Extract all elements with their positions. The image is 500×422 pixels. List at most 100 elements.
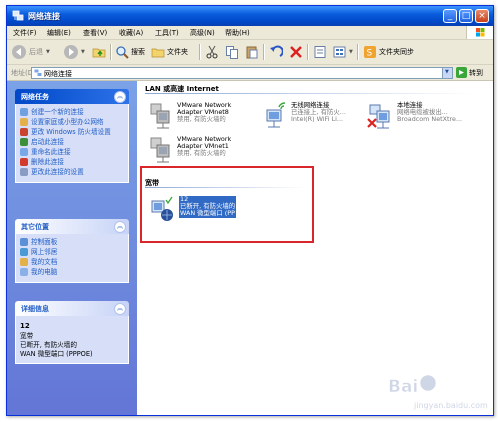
- maximize-button[interactable]: □: [459, 9, 473, 23]
- close-button[interactable]: ×: [475, 9, 489, 23]
- network-places-icon: [20, 248, 28, 256]
- collapse-icon[interactable]: ︽: [114, 303, 126, 315]
- folder-icon: [151, 48, 165, 58]
- delete-icon: [20, 158, 28, 166]
- details-header[interactable]: 详细信息 ︽: [15, 301, 129, 316]
- views-button[interactable]: ▼: [333, 43, 353, 61]
- wireless-network-icon: [266, 102, 286, 128]
- up-folder-button[interactable]: [91, 43, 107, 61]
- other-places-header[interactable]: 其它位置 ︽: [15, 219, 129, 234]
- svg-text:经验: 经验: [438, 377, 471, 396]
- collapse-icon[interactable]: ︽: [114, 221, 126, 233]
- other-places-box: 其它位置 ︽ 控制面板 网上邻居 我的文档 我的电脑: [15, 219, 129, 283]
- connection-device: Broadcom NetXtre...: [397, 115, 463, 124]
- connection-wireless[interactable]: 无线网络连接 已连接上, 有防火... Intel(R) WiFi Li...: [259, 101, 377, 131]
- place-network-places[interactable]: 网上邻居: [20, 248, 124, 256]
- search-button[interactable]: 搜索: [115, 43, 145, 61]
- address-input[interactable]: 网络连接 ▼: [31, 67, 453, 79]
- cut-button[interactable]: [205, 43, 219, 61]
- delete-x-icon: [290, 46, 302, 58]
- task-change-settings[interactable]: 更改此连接的设置: [20, 168, 124, 176]
- collapse-icon[interactable]: ︽: [114, 91, 126, 103]
- chevron-down-icon: ▼: [46, 49, 50, 55]
- task-home-network[interactable]: 设置家庭或小型办公网络: [20, 118, 124, 126]
- network-tasks-header[interactable]: 网络任务 ︽: [15, 89, 129, 104]
- task-label: 设置家庭或小型办公网络: [31, 118, 104, 126]
- task-label: 删除此连接: [31, 158, 64, 166]
- back-button[interactable]: 后退 ▼: [11, 43, 50, 61]
- connection-status: 禁用, 有防火墙的: [177, 149, 226, 158]
- address-dropdown[interactable]: ▼: [442, 68, 452, 78]
- folders-button[interactable]: 文件夹: [151, 43, 188, 61]
- svg-text:S: S: [367, 49, 373, 59]
- toolbar-separator: [110, 44, 112, 60]
- go-button[interactable]: 转到: [456, 67, 483, 78]
- task-label: 更改此连接的设置: [31, 168, 84, 176]
- task-pane: 网络任务 ︽ 创建一个新的连接 设置家庭或小型办公网络 更改 Windows 防…: [7, 81, 137, 415]
- back-arrow-icon: [12, 45, 26, 59]
- go-label: 转到: [469, 68, 483, 77]
- place-label: 网上邻居: [31, 248, 58, 256]
- network-adapter-icon: [150, 103, 170, 129]
- baidu-jingyan-watermark: Bai 经验 jingyan.baidu.com: [384, 366, 496, 416]
- up-folder-icon: [92, 48, 106, 58]
- details-device: WAN 微型端口 (PPPOE): [20, 350, 93, 358]
- scissors-icon: [206, 45, 218, 59]
- properties-icon: [314, 46, 326, 58]
- svg-text:Bai: Bai: [388, 377, 418, 397]
- copy-button[interactable]: [225, 43, 239, 61]
- place-label: 控制面板: [31, 238, 58, 246]
- details-title: 详细信息: [21, 305, 49, 313]
- highlight-annotation-box: [140, 166, 314, 243]
- undo-button[interactable]: [269, 43, 283, 61]
- task-label: 重命名此连接: [31, 148, 71, 156]
- connection-local[interactable]: 本地连接 网络电缆被拔出... Broadcom NetXtre...: [365, 101, 483, 131]
- content-area: LAN 或高速 Internet VMware Network Adapter …: [137, 81, 493, 415]
- toolbar: 后退 ▼ ▼ 搜索 文件夹 ▼ S 文件夹同步: [7, 40, 493, 65]
- menu-edit[interactable]: 编辑(E): [47, 28, 71, 38]
- connection-vmnet1[interactable]: VMware Network Adapter VMnet1 禁用, 有防火墙的: [145, 135, 263, 165]
- connection-device: Intel(R) WiFi Li...: [291, 115, 344, 124]
- forward-button[interactable]: ▼: [63, 43, 85, 61]
- forward-arrow-icon: [64, 45, 78, 59]
- toolbar-separator: [357, 44, 359, 60]
- task-firewall-settings[interactable]: 更改 Windows 防火墙设置: [20, 128, 124, 136]
- place-my-documents[interactable]: 我的文档: [20, 258, 124, 266]
- my-computer-icon: [20, 268, 28, 276]
- firewall-icon: [20, 128, 28, 136]
- address-bar: 地址(D) 网络连接 ▼ 转到: [7, 65, 493, 81]
- network-tasks-box: 网络任务 ︽ 创建一个新的连接 设置家庭或小型办公网络 更改 Windows 防…: [15, 89, 129, 183]
- paste-button[interactable]: [245, 43, 259, 61]
- details-type: 宽带: [20, 332, 34, 340]
- toolbar-separator: [307, 44, 309, 60]
- minimize-button[interactable]: _: [443, 9, 457, 23]
- place-control-panel[interactable]: 控制面板: [20, 238, 124, 246]
- menu-advanced[interactable]: 高级(N): [190, 28, 215, 38]
- connection-vmnet8[interactable]: VMware Network Adapter VMnet8 禁用, 有防火墙的: [145, 101, 263, 131]
- task-rename-connection[interactable]: 重命名此连接: [20, 148, 124, 156]
- chevron-down-icon: ▼: [445, 69, 449, 75]
- task-create-connection[interactable]: 创建一个新的连接: [20, 108, 124, 116]
- rename-icon: [20, 148, 28, 156]
- delete-button[interactable]: [289, 43, 303, 61]
- local-network-icon: [367, 104, 390, 129]
- menu-favorites[interactable]: 收藏(A): [119, 28, 143, 38]
- menu-file[interactable]: 文件(F): [13, 28, 37, 38]
- chevron-down-icon: ▼: [81, 49, 85, 55]
- task-start-connection[interactable]: 启动此连接: [20, 138, 124, 146]
- folder-sync-button[interactable]: S 文件夹同步: [363, 43, 414, 61]
- menu-view[interactable]: 查看(V): [83, 28, 107, 38]
- menu-tools[interactable]: 工具(T): [155, 28, 179, 38]
- properties-button[interactable]: [313, 43, 327, 61]
- folder-sync-label: 文件夹同步: [379, 48, 414, 56]
- search-label: 搜索: [131, 48, 145, 56]
- new-connection-icon: [20, 108, 28, 116]
- title-bar[interactable]: 网络连接 _ □ ×: [7, 6, 493, 26]
- folders-label: 文件夹: [167, 48, 188, 56]
- place-my-computer[interactable]: 我的电脑: [20, 268, 124, 276]
- menu-help[interactable]: 帮助(H): [225, 28, 250, 38]
- network-adapter-icon: [150, 137, 170, 163]
- task-delete-connection[interactable]: 删除此连接: [20, 158, 124, 166]
- settings-icon: [20, 168, 28, 176]
- copy-icon: [226, 46, 238, 59]
